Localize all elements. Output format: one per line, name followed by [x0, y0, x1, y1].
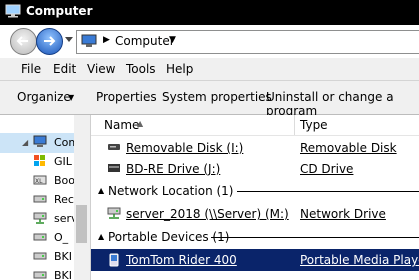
nav-item-label: O_: [54, 231, 69, 244]
list-item[interactable]: BD-RE Drive (J:) CD Drive: [91, 158, 419, 180]
computer-icon: [5, 4, 21, 18]
chevron-down-icon[interactable]: ▼: [68, 93, 74, 102]
system-properties-button[interactable]: System properties: [162, 90, 272, 104]
group-divider: [237, 191, 419, 192]
properties-button[interactable]: Properties: [96, 90, 157, 104]
item-name: Removable Disk (I:): [126, 141, 244, 155]
address-bar-row: ▶ Computer ▼: [0, 25, 419, 59]
nav-item-drive-gil[interactable]: GIL: [0, 152, 74, 172]
item-name: BD-RE Drive (J:): [126, 162, 221, 176]
drive-icon: [33, 233, 47, 241]
optical-drive-icon: [108, 164, 120, 172]
nav-scrollbar[interactable]: [74, 115, 90, 280]
command-bar: Organize ▼ Properties System properties …: [0, 81, 419, 118]
chevron-down-icon[interactable]: ▼: [169, 35, 176, 45]
forward-arrow-icon: [44, 36, 56, 46]
item-type: CD Drive: [300, 162, 354, 176]
nav-item-label: BKI: [54, 269, 73, 280]
menu-file[interactable]: File: [21, 62, 41, 76]
column-header: Name ▲ Type: [91, 115, 419, 136]
navigation-pane: ◢ Comp GIL XL Boo Rec serv O_ BKI BKI: [0, 115, 91, 280]
list-item[interactable]: server_2018 (\\Server) (M:) Network Driv…: [91, 203, 419, 225]
address-location[interactable]: Computer: [115, 34, 175, 48]
file-list: Name ▲ Type Removable Disk (I:) Removabl…: [91, 115, 419, 280]
item-name: TomTom Rider 400: [126, 253, 237, 267]
group-header-network[interactable]: ▲ Network Location (1): [91, 181, 419, 201]
scrollbar-thumb[interactable]: [76, 205, 87, 243]
group-header-portable[interactable]: ▲ Portable Devices (1): [91, 227, 419, 247]
drive-icon: [33, 271, 47, 279]
back-arrow-icon: [16, 36, 28, 46]
window-title: Computer: [26, 4, 93, 18]
back-button[interactable]: [10, 28, 37, 55]
svg-text:XL: XL: [35, 178, 43, 185]
menu-view[interactable]: View: [87, 62, 115, 76]
list-item-selected[interactable]: TomTom Rider 400 Portable Media Player: [91, 249, 419, 271]
chevron-down-icon[interactable]: ◢: [22, 138, 28, 147]
nav-item-label: Rec: [54, 193, 74, 206]
menu-edit[interactable]: Edit: [53, 62, 76, 76]
sort-ascending-icon: ▲: [137, 119, 144, 128]
recent-pages-dropdown-icon[interactable]: [65, 37, 73, 43]
group-divider: [211, 237, 419, 238]
nav-item-drive-rec[interactable]: Rec: [0, 190, 74, 210]
drive-c-icon: [34, 155, 45, 166]
title-bar[interactable]: Computer: [0, 0, 419, 25]
collapse-icon[interactable]: ▲: [98, 186, 104, 195]
nav-item-label: BKI: [54, 250, 73, 263]
uninstall-program-button[interactable]: Uninstall or change a program: [266, 90, 419, 118]
address-field[interactable]: ▶ Computer ▼: [76, 30, 419, 54]
nav-item-label: GIL: [54, 155, 72, 168]
computer-icon: [81, 34, 97, 47]
menu-tools[interactable]: Tools: [126, 62, 156, 76]
menu-help[interactable]: Help: [166, 62, 193, 76]
column-type-header[interactable]: Type: [300, 118, 328, 132]
nav-item-drive-o[interactable]: O_: [0, 228, 74, 248]
nav-item-network-serv[interactable]: serv: [0, 209, 78, 229]
menu-bar: File Edit View Tools Help: [0, 58, 419, 81]
media-player-icon: [109, 253, 119, 267]
nav-item-drive-boo[interactable]: XL Boo: [0, 171, 76, 191]
network-drive-icon: [107, 207, 121, 219]
column-divider[interactable]: [294, 115, 295, 135]
nav-item-computer[interactable]: ◢ Comp: [0, 133, 86, 153]
organize-button[interactable]: Organize: [17, 90, 71, 104]
item-type: Removable Disk: [300, 141, 397, 155]
drive-icon: [33, 195, 47, 203]
collapse-icon[interactable]: ▲: [98, 232, 104, 241]
network-drive-icon: [33, 212, 47, 224]
breadcrumb-separator-icon[interactable]: ▶: [103, 35, 110, 45]
nav-item-label: Boo: [54, 174, 76, 187]
column-name-header[interactable]: Name: [104, 118, 139, 132]
drive-icon: [33, 252, 47, 260]
forward-button[interactable]: [36, 28, 63, 55]
computer-icon: [33, 135, 47, 147]
item-type: Portable Media Player: [300, 253, 419, 267]
drive-icon: XL: [33, 175, 47, 185]
group-label: Network Location (1): [108, 184, 234, 198]
nav-item-drive-bki-2[interactable]: BKI: [0, 266, 74, 280]
removable-disk-icon: [108, 144, 120, 150]
explorer-window: Computer ▶ Computer ▼ File Edit View Too…: [0, 0, 419, 280]
list-item[interactable]: Removable Disk (I:) Removable Disk: [91, 137, 419, 159]
nav-item-drive-bki[interactable]: BKI: [0, 247, 74, 267]
item-name: server_2018 (\\Server) (M:): [126, 207, 289, 221]
item-type: Network Drive: [300, 207, 386, 221]
